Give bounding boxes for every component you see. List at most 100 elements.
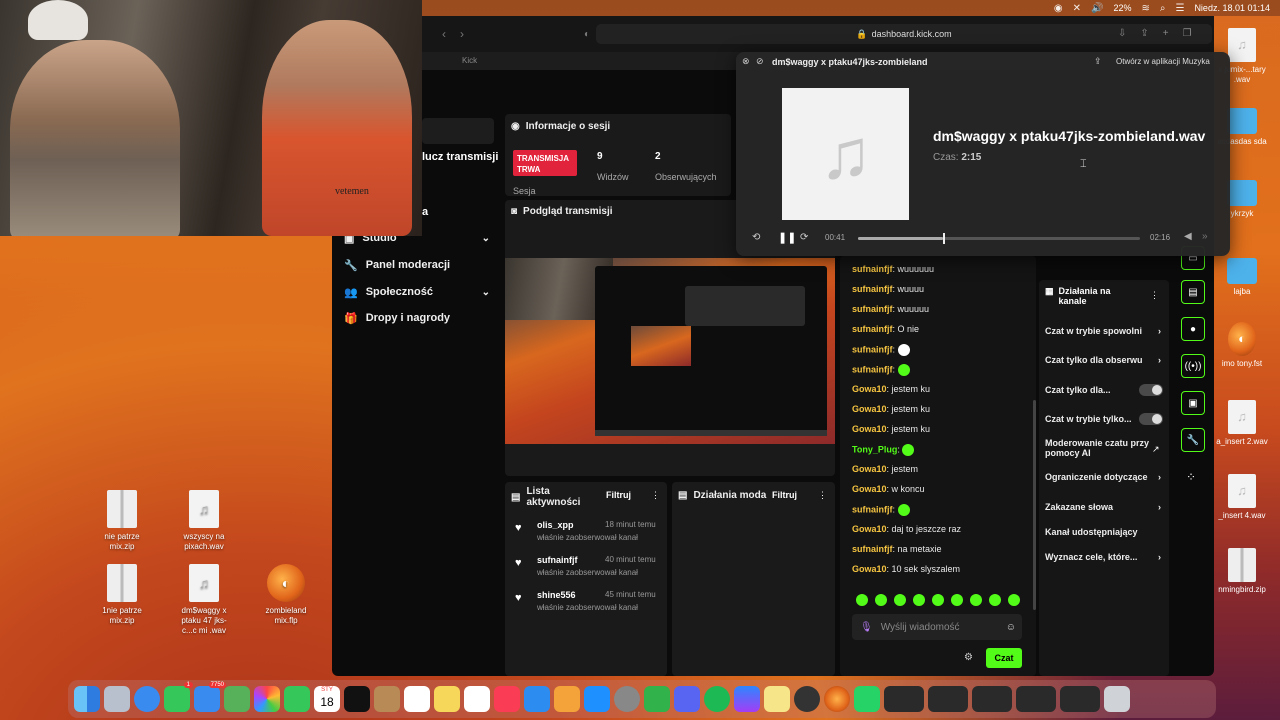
chat-username[interactable]: Gowa10 (852, 524, 887, 534)
emote-icon[interactable] (970, 594, 982, 606)
desktop-file[interactable]: ♫ dm$waggy x ptaku 47 jks-c...c mi .wav (174, 564, 234, 636)
clock[interactable]: Niedz. 18.01 01:14 (1194, 3, 1270, 13)
freeform-icon[interactable] (464, 686, 490, 712)
mail-icon[interactable]: 7750 (194, 682, 226, 712)
close-icon[interactable]: ⊗ (742, 56, 750, 67)
emote-icon[interactable] (894, 594, 906, 606)
chat-scrollbar[interactable] (1033, 400, 1036, 610)
mod-filter-button[interactable]: Filtruj (772, 490, 797, 500)
chat-input[interactable]: 🎙 Wyślij wiadomość ☺ (852, 614, 1022, 640)
activity-user[interactable]: shine556 (537, 590, 576, 600)
chat-username[interactable]: Gowa10 (852, 424, 887, 434)
skip-back-icon[interactable]: ⟲ (752, 232, 760, 243)
sidebar-item-moderation[interactable]: 🔧 Panel moderacji (344, 255, 494, 275)
chat-username[interactable]: sufnainfjf (852, 284, 893, 294)
desktop-file[interactable]: ♫ a_insert 2.wav (1212, 400, 1272, 447)
desktop-file[interactable]: nie patrze mix.zip (92, 490, 152, 552)
share-icon[interactable]: ⇪ (1140, 28, 1148, 39)
action-ai-moderation[interactable]: Moderowanie czatu przy pomocy AI (1045, 438, 1150, 458)
wifi-icon[interactable]: ≋ (1141, 3, 1149, 14)
maps-icon[interactable] (224, 686, 250, 712)
emote-icon[interactable] (951, 594, 963, 606)
apple-tv-icon[interactable] (344, 686, 370, 712)
obs-icon[interactable] (794, 686, 820, 712)
launchpad-icon[interactable] (104, 686, 130, 712)
emote-icon[interactable] (1008, 594, 1020, 606)
fast-forward-icon[interactable]: » (1202, 231, 1208, 242)
rail-button[interactable]: ▤ (1181, 280, 1205, 304)
emote-icon[interactable] (875, 594, 887, 606)
numbers-icon[interactable] (644, 686, 670, 712)
app-store-icon[interactable] (584, 686, 610, 712)
notes-icon[interactable] (434, 686, 460, 712)
messages-icon[interactable]: 1 (164, 682, 193, 712)
share-icon[interactable]: ⇪ (1094, 56, 1102, 67)
emote-icon[interactable] (856, 594, 868, 606)
reminders-icon[interactable] (404, 686, 430, 712)
keynote-icon[interactable] (524, 686, 550, 712)
external-link-icon[interactable]: ↗ (1152, 444, 1160, 455)
action-restrictions[interactable]: Ograniczenie dotyczące › (1045, 472, 1163, 482)
desktop-file[interactable]: ♫ wszyscy na pixach.wav (174, 490, 234, 552)
facetime-icon[interactable] (284, 686, 310, 712)
preview-video[interactable] (505, 258, 835, 444)
action-followers-only[interactable]: Czat tylko dla obserwu › (1045, 355, 1163, 365)
tabs-overview-icon[interactable]: ❐ (1183, 28, 1192, 39)
contacts-icon[interactable] (374, 686, 400, 712)
mic-icon[interactable]: 🎙 (860, 622, 873, 633)
volume-icon[interactable]: ◀ (1184, 231, 1192, 242)
rail-button[interactable]: ((•)) (1181, 354, 1205, 378)
action-shared-channel[interactable]: Kanał udostępniający (1045, 527, 1163, 537)
music-icon[interactable] (494, 686, 520, 712)
desktop-file[interactable]: ♫ _insert 4.wav (1212, 474, 1272, 521)
chat-username[interactable]: sufnainfjf (852, 324, 893, 334)
chat-username[interactable]: sufnainfjf (852, 504, 893, 514)
sidebar-item-drops[interactable]: 🎁 Dropy i nagrody (344, 308, 494, 328)
rail-button[interactable]: 🔧 (1181, 428, 1205, 452)
chat-username[interactable]: Gowa10 (852, 564, 887, 574)
chat-username[interactable]: Gowa10 (852, 404, 887, 414)
control-center-icon[interactable]: ☰ (1175, 3, 1184, 14)
forward-icon[interactable]: › (460, 27, 464, 41)
discord-icon[interactable] (674, 686, 700, 712)
desktop-file[interactable]: 1nie patrze mix.zip (92, 564, 152, 626)
creative-cloud-icon[interactable]: ◉ (1054, 3, 1063, 14)
apps-icon[interactable]: ⁘ (1186, 470, 1196, 484)
minimized-window[interactable] (884, 686, 924, 712)
emote-icon[interactable] (932, 594, 944, 606)
finder-icon[interactable] (74, 686, 100, 712)
safari-icon[interactable] (134, 686, 160, 712)
emote-icon[interactable] (913, 594, 925, 606)
chat-username[interactable]: sufnainfjf (852, 544, 893, 554)
subscribers-only-toggle[interactable] (1139, 384, 1163, 396)
emote-icon[interactable] (989, 594, 1001, 606)
activity-user[interactable]: sufnainfjf (537, 555, 578, 565)
shield-icon[interactable]: ◐ (584, 29, 590, 40)
chat-username[interactable]: Gowa10 (852, 384, 887, 394)
activity-user[interactable]: olis_xpp (537, 520, 574, 530)
desktop-file[interactable]: ◐ imo tony.fst (1212, 322, 1272, 369)
rail-button[interactable]: ▣ (1181, 391, 1205, 415)
scrubber[interactable] (858, 233, 1140, 244)
minimized-window[interactable] (1060, 686, 1100, 712)
minimized-window[interactable] (972, 686, 1012, 712)
more-icon[interactable]: ⋮ (651, 490, 660, 501)
pause-icon[interactable]: ❚❚ (778, 231, 796, 244)
chat-send-button[interactable]: Czat (986, 648, 1022, 668)
trash-icon[interactable] (1104, 686, 1130, 712)
download-icon[interactable]: ⇩ (1118, 28, 1126, 39)
system-settings-icon[interactable] (614, 686, 640, 712)
desktop-folder[interactable]: lajba (1212, 258, 1272, 297)
calendar-icon[interactable]: STY 18 (314, 686, 340, 712)
new-tab-icon[interactable]: + (1163, 28, 1169, 39)
battery-percent[interactable]: 22% (1113, 3, 1131, 13)
spotify-icon[interactable] (704, 686, 730, 712)
sidebar-item-stream-partial[interactable]: lucz transmisji (422, 151, 498, 163)
volume-icon[interactable]: 🔊 (1091, 3, 1103, 14)
emote-only-toggle[interactable] (1139, 413, 1163, 425)
minimized-window[interactable] (928, 686, 968, 712)
action-slow-mode[interactable]: Czat w trybie spowolni › (1045, 326, 1163, 336)
activity-filter-button[interactable]: Filtruj (606, 490, 631, 500)
chat-username[interactable]: Gowa10 (852, 484, 887, 494)
sidebar-selected-item[interactable] (422, 118, 494, 144)
